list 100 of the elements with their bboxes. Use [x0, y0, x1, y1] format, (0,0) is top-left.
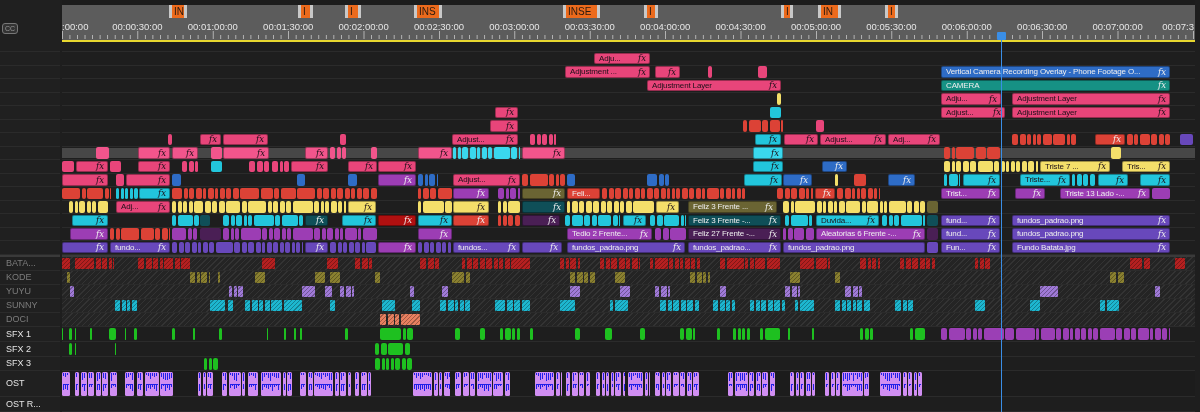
- clip[interactable]: fx: [522, 187, 565, 199]
- clip[interactable]: fundos_padrao.png fx: [1012, 228, 1170, 240]
- clip[interactable]: Adjustment Layer fx: [1012, 93, 1170, 105]
- clip[interactable]: fx: [453, 201, 489, 213]
- clip[interactable]: fundos_padrao... fx: [688, 241, 781, 253]
- clip[interactable]: fx: [522, 147, 565, 159]
- clip[interactable]: fx: [70, 228, 108, 240]
- clip[interactable]: CAMERA fx: [941, 79, 1170, 91]
- clip[interactable]: Feliz 3 Frente ... fx: [688, 201, 777, 213]
- marker-flag[interactable]: I: [298, 5, 313, 18]
- clip[interactable]: Vertical Camera Recording Overlay - Phone Footage O... fx: [941, 66, 1170, 78]
- marker-flag[interactable]: INSE: [563, 5, 600, 18]
- clip[interactable]: fx: [1098, 174, 1128, 186]
- clip[interactable]: fund... fx: [941, 214, 1000, 226]
- clip[interactable]: fx: [1140, 174, 1170, 186]
- clip[interactable]: fx: [172, 147, 198, 159]
- clip[interactable]: fx: [522, 201, 565, 213]
- marker-flag[interactable]: INS: [414, 5, 442, 18]
- clip[interactable]: fx: [744, 174, 782, 186]
- clip[interactable]: fx: [623, 214, 646, 226]
- marker-flag[interactable]: I: [644, 5, 658, 18]
- clip[interactable]: fx: [418, 147, 452, 159]
- clip[interactable]: Adjustment Layer fx: [647, 79, 781, 91]
- clip[interactable]: fx: [378, 174, 416, 186]
- clip[interactable]: fx: [963, 174, 1000, 186]
- clip[interactable]: fx: [62, 174, 108, 186]
- clip[interactable]: Feliz 3 Frente -... fx: [688, 214, 781, 226]
- clip[interactable]: fx: [378, 214, 416, 226]
- clip[interactable]: Adjust... fx: [941, 106, 1005, 118]
- clip[interactable]: fx: [200, 133, 221, 145]
- clip[interactable]: fx: [888, 174, 915, 186]
- clip[interactable]: fx: [223, 133, 268, 145]
- clip[interactable]: Fun... fx: [941, 241, 1000, 253]
- clip[interactable]: Tris... fx: [1122, 160, 1170, 172]
- clip[interactable]: Adju... fx: [594, 52, 650, 64]
- clip[interactable]: fx: [378, 241, 416, 253]
- clip[interactable]: fx: [753, 160, 783, 172]
- marker-flag[interactable]: IN: [169, 5, 187, 18]
- clip[interactable]: Feli...: [567, 187, 600, 199]
- clip[interactable]: fx: [1095, 133, 1125, 145]
- clip[interactable]: fx: [655, 66, 680, 78]
- clip[interactable]: fx: [378, 160, 416, 172]
- clip[interactable]: fx: [815, 187, 835, 199]
- clip[interactable]: Adjust... fx: [453, 174, 520, 186]
- clip[interactable]: fx: [348, 160, 377, 172]
- clip[interactable]: fx: [656, 201, 679, 213]
- clip[interactable]: fx: [490, 120, 518, 132]
- clip[interactable]: Adjustment ... fx: [565, 66, 650, 78]
- clip[interactable]: fx: [138, 160, 170, 172]
- clip[interactable]: fundo... fx: [110, 241, 170, 253]
- clip[interactable]: Adjustment Layer fx: [1012, 106, 1170, 118]
- clip[interactable]: Aleatorias 6 Frente -... fx: [816, 228, 925, 240]
- clip[interactable]: Triste 13 Lado -... fx: [1060, 187, 1150, 199]
- clip[interactable]: fx: [784, 133, 818, 145]
- clip[interactable]: Triste 7 ... fx: [1040, 160, 1110, 172]
- clip[interactable]: fx: [822, 160, 847, 172]
- clip[interactable]: fx: [291, 160, 328, 172]
- clip[interactable]: fx: [495, 106, 518, 118]
- clip[interactable]: fx: [522, 214, 560, 226]
- marker-flag[interactable]: I: [781, 5, 793, 18]
- clip[interactable]: fx: [126, 174, 170, 186]
- clip[interactable]: fx: [342, 214, 376, 226]
- clip[interactable]: fx: [76, 160, 108, 172]
- clip[interactable]: Adjust... fx: [452, 133, 518, 145]
- clip[interactable]: fx: [305, 214, 328, 226]
- clip[interactable]: fx: [418, 214, 452, 226]
- clip[interactable]: Triste... fx: [1020, 174, 1070, 186]
- clip[interactable]: Feliz 27 Frente -... fx: [688, 228, 781, 240]
- clip[interactable]: Trist... fx: [941, 187, 1000, 199]
- clip[interactable]: Adju... fx: [941, 93, 1001, 105]
- clip[interactable]: fx: [223, 147, 269, 159]
- marker-flag[interactable]: IN: [818, 5, 841, 18]
- clip[interactable]: fundos_padrao.png fx: [1012, 214, 1170, 226]
- marker-flag[interactable]: I: [885, 5, 898, 18]
- clip[interactable]: Tedio 2 Frente... fx: [567, 228, 652, 240]
- clip[interactable]: Fundo Batata.jpg fx: [1012, 241, 1170, 253]
- clip[interactable]: fx: [453, 214, 489, 226]
- clip[interactable]: fundos... fx: [453, 241, 520, 253]
- clip[interactable]: fundos_padrao.png fx: [567, 241, 685, 253]
- clip[interactable]: Adjust... fx: [820, 133, 886, 145]
- clip[interactable]: Duvida... fx: [816, 214, 879, 226]
- clip[interactable]: fx: [62, 241, 108, 253]
- clip[interactable]: fx: [139, 187, 170, 199]
- clip[interactable]: fx: [72, 214, 108, 226]
- clip[interactable]: fx: [418, 228, 452, 240]
- clip[interactable]: fundos_padrao.png: [783, 241, 925, 253]
- marker-flag[interactable]: I: [345, 5, 361, 18]
- clip[interactable]: fx: [1015, 187, 1045, 199]
- clip[interactable]: fx: [783, 174, 812, 186]
- clip[interactable]: fx: [305, 241, 328, 253]
- clip[interactable]: fx: [522, 241, 562, 253]
- clip[interactable]: fx: [138, 147, 170, 159]
- clip[interactable]: Adj... fx: [116, 201, 170, 213]
- clip[interactable]: Adj... fx: [888, 133, 940, 145]
- clip[interactable]: fx: [753, 147, 783, 159]
- clip[interactable]: fx: [348, 201, 376, 213]
- clip[interactable]: fund... fx: [941, 228, 1000, 240]
- clip[interactable]: fx: [453, 187, 489, 199]
- clip[interactable]: fx: [755, 133, 781, 145]
- clip[interactable]: fx: [305, 147, 328, 159]
